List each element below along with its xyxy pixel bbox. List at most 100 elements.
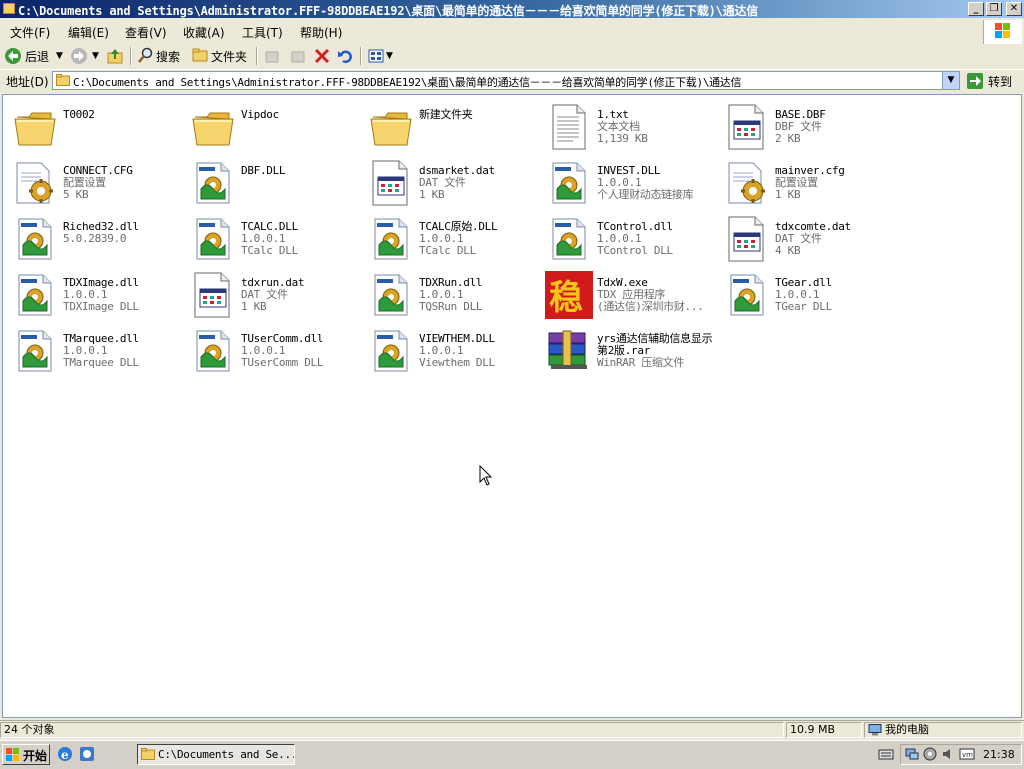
go-arrow-icon[interactable]: [966, 72, 984, 90]
file-text: TUserComm.dll 1.0.0.1 TUserComm DLL: [241, 333, 324, 369]
file-item[interactable]: T0002: [7, 99, 183, 155]
forward-arrow-icon[interactable]: [70, 47, 88, 65]
sound-icon[interactable]: [941, 747, 955, 761]
file-item[interactable]: tdxcomte.dat DAT 文件 4 KB: [719, 211, 895, 267]
maximize-button[interactable]: ❐: [986, 2, 1002, 16]
address-input[interactable]: C:\Documents and Settings\Administrator.…: [52, 71, 960, 90]
file-item[interactable]: VIEWTHEM.DLL 1.0.0.1 Viewthem DLL: [363, 323, 539, 379]
menu-edit[interactable]: 编辑(E): [68, 24, 109, 41]
move-to-icon[interactable]: [264, 48, 280, 64]
file-text: INVEST.DLL 1.0.0.1 个人理财动态链接库: [597, 165, 694, 201]
file-item[interactable]: yrs通达信辅助信息显示 第2版.rar WinRAR 压缩文件: [541, 323, 717, 379]
window-title: C:\Documents and Settings\Administrator.…: [18, 4, 759, 18]
status-bar: 24 个对象 10.9 MB 我的电脑: [0, 720, 1024, 739]
my-computer-icon: [868, 724, 882, 736]
menu-favorites[interactable]: 收藏(A): [183, 24, 225, 41]
start-button[interactable]: 开始: [2, 744, 50, 765]
folder-icon: [141, 748, 155, 760]
menu-tools[interactable]: 工具(T): [242, 24, 283, 41]
file-item[interactable]: Riched32.dll 5.0.2839.0: [7, 211, 183, 267]
keyboard-icon[interactable]: [878, 747, 894, 761]
file-item[interactable]: TCALC原始.DLL 1.0.0.1 TCalc DLL: [363, 211, 539, 267]
folder-icon: [189, 103, 237, 151]
title-bar[interactable]: C:\Documents and Settings\Administrator.…: [0, 0, 1024, 18]
address-dropdown-button[interactable]: ▼: [942, 72, 959, 89]
file-text: TDXImage.dll 1.0.0.1 TDXImage DLL: [63, 277, 139, 313]
close-button[interactable]: ✕: [1006, 2, 1022, 16]
outlook-express-icon[interactable]: [79, 746, 95, 762]
file-text: TCALC原始.DLL 1.0.0.1 TCalc DLL: [419, 221, 498, 257]
dll-icon: [189, 215, 237, 263]
file-detail: 1 KB: [419, 188, 445, 201]
file-item[interactable]: mainver.cfg 配置设置 1 KB: [719, 155, 895, 211]
chevron-down-icon[interactable]: ▼: [56, 51, 63, 61]
folder-icon: [3, 3, 15, 14]
back-button[interactable]: 后退: [25, 48, 49, 65]
file-detail: 1 KB: [241, 300, 267, 313]
file-detail: (通达信)深圳市财...: [597, 300, 704, 313]
dll-icon: [189, 159, 237, 207]
file-detail: 个人理财动态链接库: [597, 188, 694, 201]
file-text: yrs通达信辅助信息显示 第2版.rar WinRAR 压缩文件: [597, 333, 715, 369]
file-item[interactable]: TDXRun.dll 1.0.0.1 TQSRun DLL: [363, 267, 539, 323]
delete-icon[interactable]: [314, 48, 330, 64]
file-detail: TCalc DLL: [241, 244, 298, 257]
disc-icon[interactable]: [923, 747, 937, 761]
undo-icon[interactable]: [337, 48, 353, 64]
file-item[interactable]: TMarquee.dll 1.0.0.1 TMarquee DLL: [7, 323, 183, 379]
chevron-down-icon[interactable]: ▼: [386, 51, 393, 61]
generic-file-icon: [367, 159, 415, 207]
file-item[interactable]: CONNECT.CFG 配置设置 5 KB: [7, 155, 183, 211]
file-item[interactable]: INVEST.DLL 1.0.0.1 个人理财动态链接库: [541, 155, 717, 211]
search-icon[interactable]: [138, 47, 154, 63]
file-item[interactable]: TUserComm.dll 1.0.0.1 TUserComm DLL: [185, 323, 361, 379]
up-folder-icon[interactable]: [106, 47, 124, 65]
file-text: Vipdoc: [241, 109, 279, 121]
file-detail: TControl DLL: [597, 244, 673, 257]
file-text: tdxrun.dat DAT 文件 1 KB: [241, 277, 305, 313]
rar-archive-icon: [545, 327, 593, 375]
file-detail: TCalc DLL: [419, 244, 476, 257]
config-file-icon: [11, 159, 59, 207]
internet-explorer-icon[interactable]: e: [57, 746, 73, 762]
network-icon[interactable]: [905, 747, 919, 761]
file-detail: 1,139 KB: [597, 132, 648, 145]
windows-logo-icon: [983, 20, 1022, 44]
menu-file[interactable]: 文件(F): [10, 24, 50, 41]
menu-view[interactable]: 查看(V): [125, 24, 167, 41]
address-bar: 地址(D) C:\Documents and Settings\Administ…: [0, 69, 1024, 94]
dll-icon: [11, 327, 59, 375]
back-arrow-icon[interactable]: [4, 47, 22, 65]
file-item[interactable]: Vipdoc: [185, 99, 361, 155]
taskbar-item-explorer[interactable]: C:\Documents and Se...: [137, 744, 295, 765]
file-item[interactable]: tdxrun.dat DAT 文件 1 KB: [185, 267, 361, 323]
chevron-down-icon[interactable]: ▼: [92, 51, 99, 61]
total-size: 10.9 MB: [786, 722, 862, 738]
menu-help[interactable]: 帮助(H): [300, 24, 342, 41]
views-icon[interactable]: [368, 48, 384, 64]
file-text: dsmarket.dat DAT 文件 1 KB: [419, 165, 495, 201]
file-item[interactable]: 新建文件夹: [363, 99, 539, 155]
file-type: 5.0.2839.0: [63, 232, 127, 245]
file-detail: 4 KB: [775, 244, 801, 257]
search-button[interactable]: 搜索: [156, 48, 180, 65]
file-item[interactable]: TGear.dll 1.0.0.1 TGear DLL: [719, 267, 895, 323]
file-text: BASE.DBF DBF 文件 2 KB: [775, 109, 826, 145]
file-view[interactable]: T0002 Vipdoc 新建文件夹 1.txt 文本文档 1,139 KB BASE.DB…: [2, 94, 1022, 718]
copy-to-icon[interactable]: [290, 48, 306, 64]
file-item[interactable]: 稳 TdxW.exe TDX 应用程序 (通达信)深圳市财...: [541, 267, 717, 323]
file-item[interactable]: TControl.dll 1.0.0.1 TControl DLL: [541, 211, 717, 267]
file-item[interactable]: TDXImage.dll 1.0.0.1 TDXImage DLL: [7, 267, 183, 323]
file-item[interactable]: BASE.DBF DBF 文件 2 KB: [719, 99, 895, 155]
folders-icon[interactable]: [192, 48, 208, 62]
go-button[interactable]: 转到: [988, 73, 1012, 90]
file-text: TDXRun.dll 1.0.0.1 TQSRun DLL: [419, 277, 483, 313]
minimize-button[interactable]: _: [968, 2, 984, 16]
file-item[interactable]: TCALC.DLL 1.0.0.1 TCalc DLL: [185, 211, 361, 267]
folders-button[interactable]: 文件夹: [211, 48, 247, 65]
file-item[interactable]: dsmarket.dat DAT 文件 1 KB: [363, 155, 539, 211]
vm-icon[interactable]: vm: [959, 747, 975, 761]
file-item[interactable]: DBF.DLL: [185, 155, 361, 211]
file-item[interactable]: 1.txt 文本文档 1,139 KB: [541, 99, 717, 155]
file-detail: TUserComm DLL: [241, 356, 324, 369]
